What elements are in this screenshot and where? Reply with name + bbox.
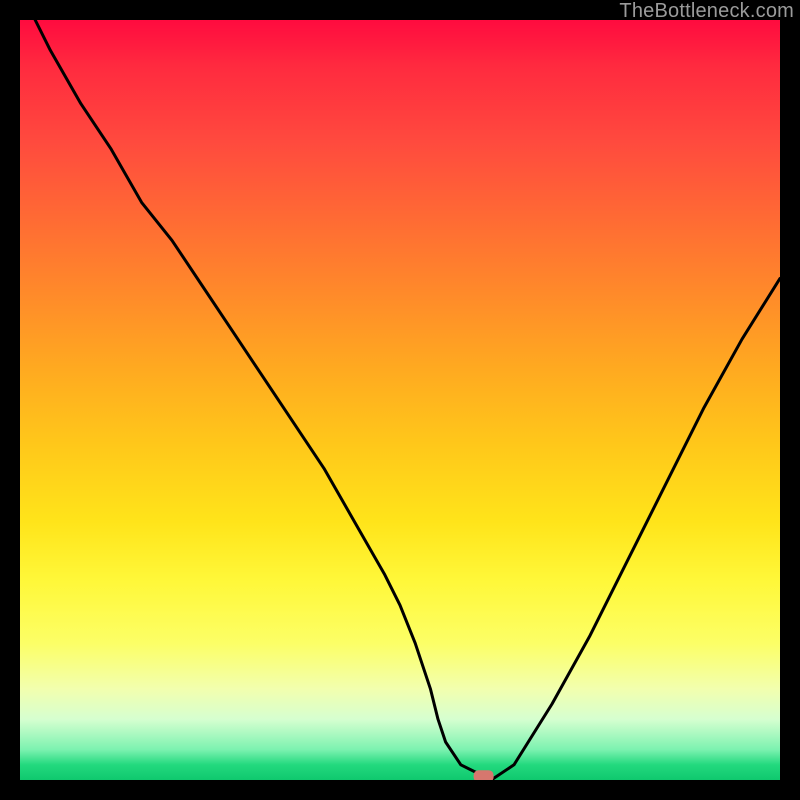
plot-area: [20, 20, 780, 780]
minimum-marker: [20, 20, 780, 780]
chart-frame: TheBottleneck.com: [0, 0, 800, 800]
